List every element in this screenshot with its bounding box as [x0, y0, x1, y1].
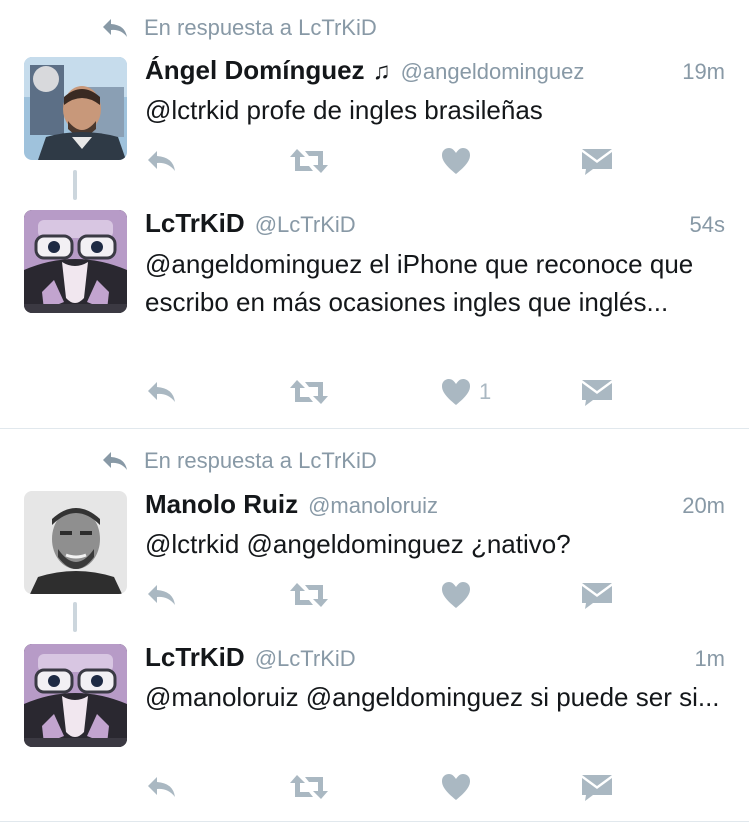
reply-button[interactable]: [145, 575, 179, 615]
like-button[interactable]: 1: [441, 372, 491, 412]
heart-icon: [442, 774, 470, 800]
author-handle[interactable]: @manoloruiz: [308, 493, 438, 519]
reply-icon: [148, 151, 175, 171]
direct-message-button[interactable]: [581, 767, 613, 807]
retweet-icon: [290, 583, 328, 607]
like-count: 1: [479, 379, 492, 404]
like-button[interactable]: [441, 141, 479, 181]
tweet-text: @angeldominguez el iPhone que reconoce q…: [145, 249, 694, 317]
retweet-button[interactable]: [289, 372, 329, 412]
thread-connector: [73, 170, 77, 200]
reply-button[interactable]: [145, 372, 179, 412]
direct-message-icon: [582, 583, 612, 609]
author-handle[interactable]: @LcTrKiD: [255, 646, 356, 672]
direct-message-button[interactable]: [581, 575, 613, 615]
reply-icon: [100, 449, 130, 473]
reply-icon: [100, 16, 130, 40]
like-button[interactable]: [441, 767, 479, 807]
heart-icon: [442, 582, 470, 608]
author-name[interactable]: LcTrKiD: [145, 208, 245, 239]
tweet-timestamp[interactable]: 54s: [690, 212, 725, 238]
tweet-header: Manolo Ruiz @manoloruiz 20m: [145, 489, 725, 523]
reply-icon: [148, 777, 175, 797]
direct-message-button[interactable]: [581, 141, 613, 181]
retweet-icon: [290, 149, 328, 173]
tweet-text: @lctrkid @angeldominguez ¿nativo?: [145, 529, 571, 559]
tweet-header: LcTrKiD @LcTrKiD 54s: [145, 208, 725, 242]
tweet-header: Ángel Domínguez ♫ @angeldominguez 19m: [145, 55, 725, 89]
tweet-actions: [145, 141, 625, 181]
avatar-manolo-ruiz[interactable]: [24, 491, 127, 594]
retweet-button[interactable]: [289, 141, 329, 181]
reply-context[interactable]: En respuesta a LcTrKiD: [100, 446, 377, 476]
tweet-actions: [145, 575, 625, 615]
avatar-lctrkid[interactable]: [24, 210, 127, 313]
direct-message-icon: [582, 149, 612, 175]
heart-icon: [442, 148, 470, 174]
conversation-divider: [0, 821, 749, 822]
author-name[interactable]: Ángel Domínguez: [145, 55, 365, 86]
retweet-icon: [290, 775, 328, 799]
tweet-text: @lctrkid profe de ingles brasileñas: [145, 95, 543, 125]
author-handle[interactable]: @LcTrKiD: [255, 212, 356, 238]
reply-context-label: En respuesta a LcTrKiD: [144, 15, 377, 40]
retweet-button[interactable]: [289, 767, 329, 807]
tweet-timestamp[interactable]: 19m: [682, 59, 725, 85]
tweet-timestamp[interactable]: 20m: [682, 493, 725, 519]
retweet-button[interactable]: [289, 575, 329, 615]
tweet-text: @manoloruiz @angeldominguez si puede ser…: [145, 682, 720, 712]
avatar-angel-dominguez[interactable]: [24, 57, 127, 160]
reply-context-label: En respuesta a LcTrKiD: [144, 448, 377, 473]
reply-icon: [148, 585, 175, 605]
reply-button[interactable]: [145, 767, 179, 807]
tweet-actions: [145, 767, 625, 807]
author-name[interactable]: LcTrKiD: [145, 642, 245, 673]
tweet-actions: 1: [145, 372, 625, 412]
reply-icon: [148, 382, 175, 402]
tweet-timestamp[interactable]: 1m: [694, 646, 725, 672]
music-note-icon: ♫: [372, 58, 391, 85]
heart-icon: [442, 379, 470, 405]
conversation-divider: [0, 428, 749, 429]
direct-message-icon: [582, 380, 612, 406]
retweet-icon: [290, 380, 328, 404]
tweet-header: LcTrKiD @LcTrKiD 1m: [145, 642, 725, 676]
reply-context[interactable]: En respuesta a LcTrKiD: [100, 13, 377, 43]
thread-connector: [73, 602, 77, 632]
direct-message-icon: [582, 775, 612, 801]
direct-message-button[interactable]: [581, 372, 613, 412]
author-handle[interactable]: @angeldominguez: [401, 59, 585, 85]
like-button[interactable]: [441, 575, 479, 615]
reply-button[interactable]: [145, 141, 179, 181]
avatar-lctrkid[interactable]: [24, 644, 127, 747]
author-name[interactable]: Manolo Ruiz: [145, 489, 298, 520]
